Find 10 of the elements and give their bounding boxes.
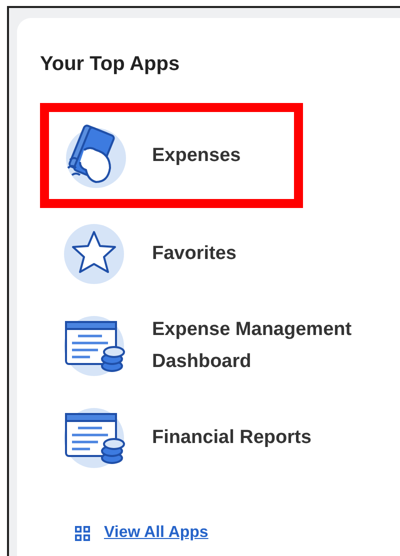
grid-icon	[75, 526, 90, 540]
app-item[interactable]: Expenses	[40, 103, 303, 208]
report-coins-icon	[62, 314, 126, 378]
card-title: Your Top Apps	[40, 52, 181, 77]
view-all-apps-link[interactable]: View All Apps	[75, 524, 208, 542]
report-coins-icon	[62, 406, 126, 470]
app-item[interactable]: Expense Management Dashboard	[40, 300, 380, 392]
link-text[interactable]: View All Apps	[104, 524, 208, 542]
app-item[interactable]: Financial Reports	[40, 392, 380, 484]
app-item[interactable]: Favorites	[40, 208, 380, 300]
